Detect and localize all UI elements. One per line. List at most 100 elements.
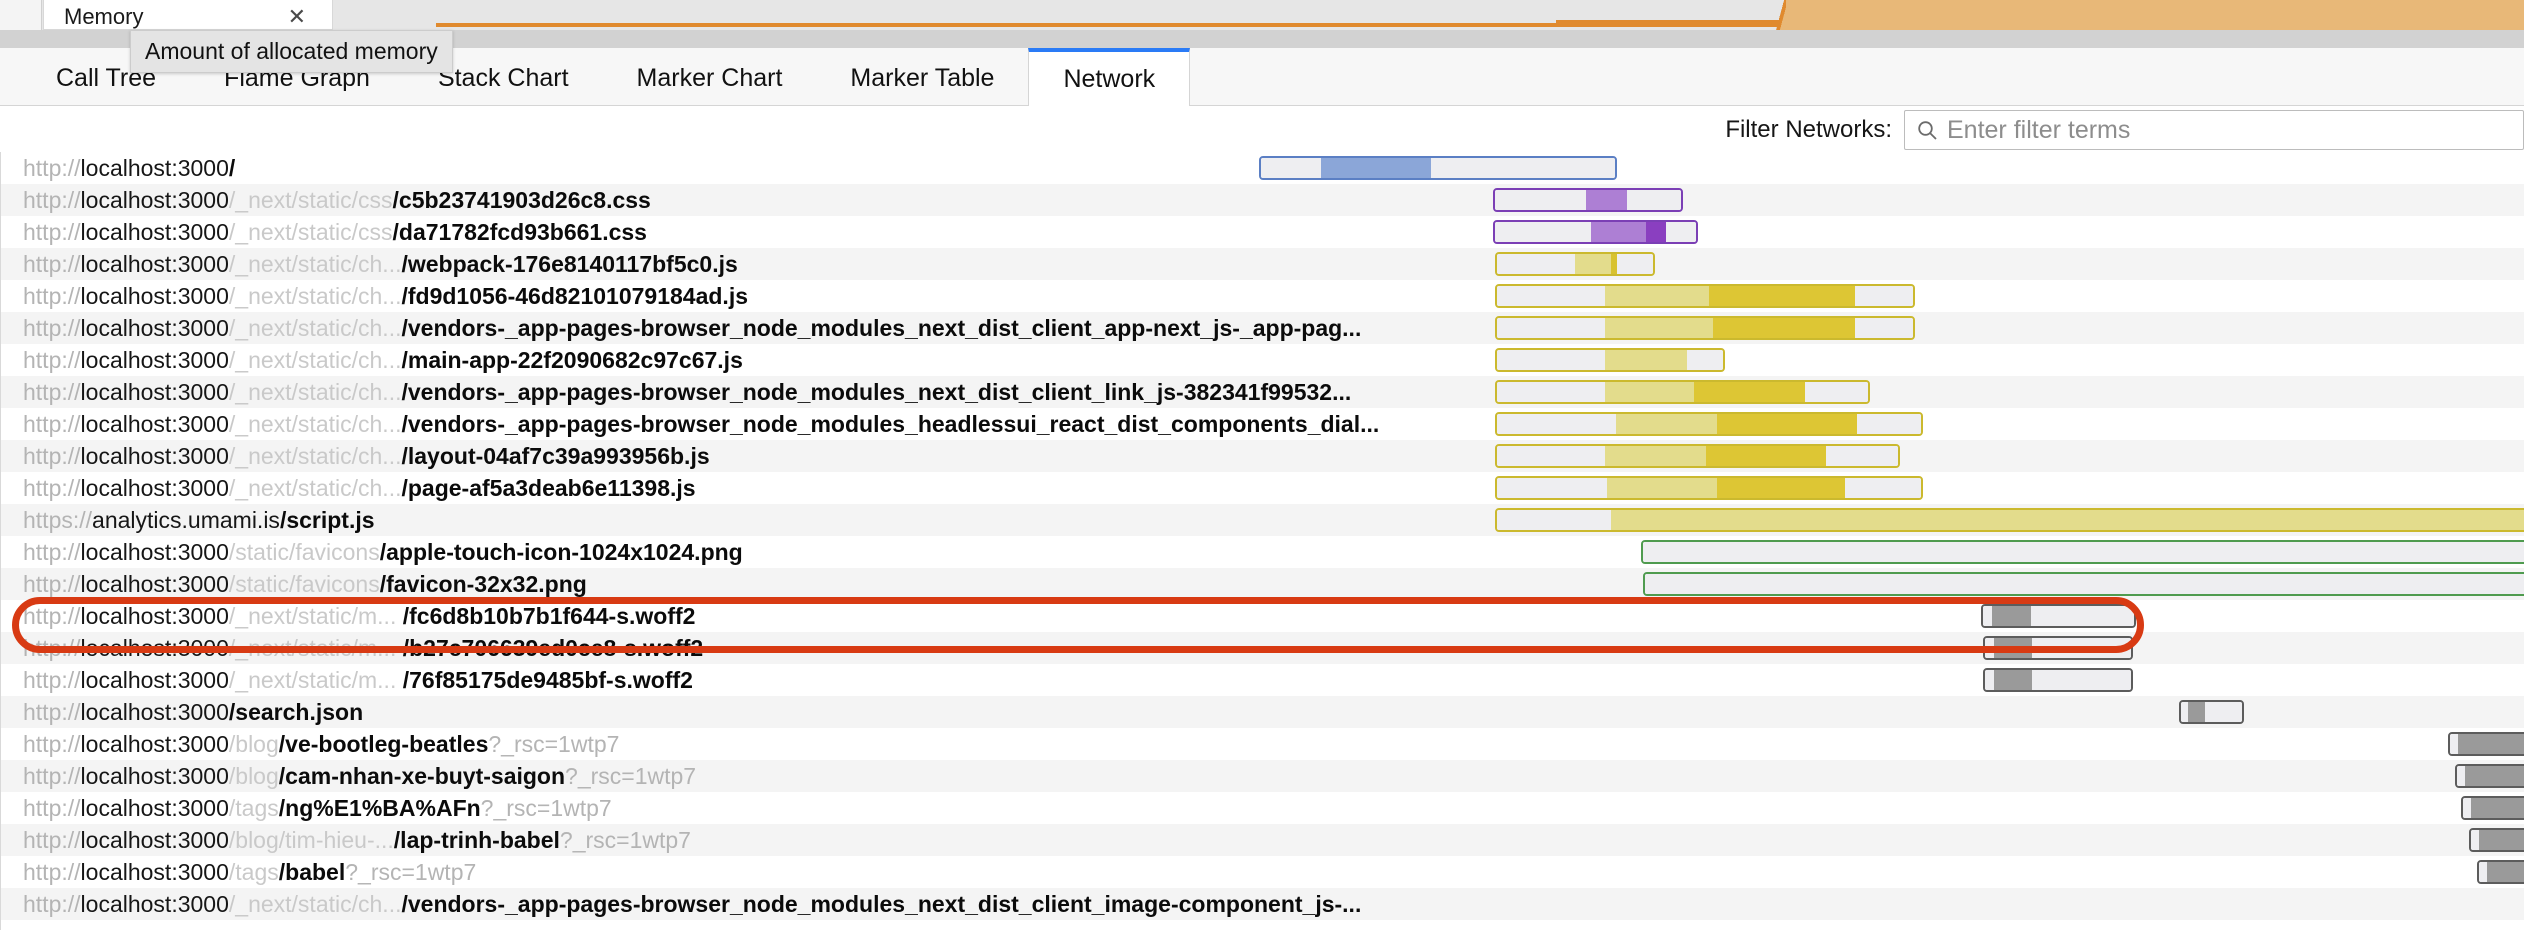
url-host: localhost:3000 bbox=[80, 155, 229, 181]
filter-label: Filter Networks: bbox=[1725, 116, 1892, 143]
network-timing-bar[interactable] bbox=[2179, 700, 2244, 724]
url-filename: /b27c706639ed0ce8-s.woff2 bbox=[396, 635, 704, 661]
network-row[interactable]: http://localhost:3000/_next/static/ch...… bbox=[1, 472, 2524, 504]
network-row[interactable]: http://localhost:3000/_next/static/ch...… bbox=[1, 376, 2524, 408]
network-row[interactable]: http://localhost:3000/_next/static/ch...… bbox=[1, 344, 2524, 376]
network-row-url: http://localhost:3000/tags/babel?_rsc=1w… bbox=[23, 856, 476, 888]
network-timing-bar[interactable] bbox=[1495, 476, 1923, 500]
network-row[interactable]: http://localhost:3000/static/favicons/fa… bbox=[1, 568, 2524, 600]
url-protocol: http:// bbox=[23, 635, 81, 661]
url-protocol: https:// bbox=[23, 507, 93, 533]
timing-segment bbox=[2471, 830, 2480, 850]
network-timing-bar[interactable] bbox=[1493, 188, 1683, 212]
tab-marker-table[interactable]: Marker Table bbox=[816, 48, 1028, 105]
timing-segment bbox=[1586, 190, 1628, 210]
url-path: /_next/static/ch... bbox=[228, 347, 402, 373]
network-row[interactable]: http://localhost:3000/blog/tim-hieu-.../… bbox=[1, 824, 2524, 856]
tab-marker-chart[interactable]: Marker Chart bbox=[603, 48, 817, 105]
network-row[interactable]: http://localhost:3000/_next/static/ch...… bbox=[1, 312, 2524, 344]
network-row[interactable]: http://localhost:3000/search.json bbox=[1, 696, 2524, 728]
network-timing-bar[interactable] bbox=[1495, 316, 1915, 340]
timing-segment bbox=[2463, 798, 2472, 818]
url-host: localhost:3000 bbox=[80, 571, 229, 597]
close-icon[interactable]: ✕ bbox=[288, 4, 306, 30]
url-path: /_next/static/m... bbox=[228, 635, 397, 661]
track-label-box[interactable]: Memory ✕ bbox=[43, 0, 333, 30]
network-timing-bar[interactable] bbox=[1495, 508, 2524, 532]
search-input-wrapper[interactable] bbox=[1904, 110, 2524, 150]
url-query: ?_rsc=1wtp7 bbox=[345, 859, 477, 885]
url-query: ?_rsc=1wtp7 bbox=[488, 731, 620, 757]
network-timing-bar[interactable] bbox=[1493, 220, 1698, 244]
network-timing-bar[interactable] bbox=[1983, 636, 2133, 660]
url-filename: /fc6d8b10b7b1f644-s.woff2 bbox=[396, 603, 696, 629]
url-path: /_next/static/ch... bbox=[228, 315, 402, 341]
network-row[interactable]: http://localhost:3000/_next/static/css/c… bbox=[1, 184, 2524, 216]
timing-segment bbox=[1497, 254, 1575, 274]
timing-segment bbox=[1705, 446, 1826, 466]
network-row[interactable]: http://localhost:3000/static/favicons/ap… bbox=[1, 536, 2524, 568]
network-timing-bar[interactable] bbox=[1495, 348, 1725, 372]
network-timing-bar[interactable] bbox=[1495, 412, 1923, 436]
timing-segment bbox=[1604, 382, 1694, 402]
network-row[interactable] bbox=[1, 920, 2524, 930]
network-timing-bar[interactable] bbox=[1641, 540, 2524, 564]
network-row[interactable]: http://localhost:3000/_next/static/m... … bbox=[1, 664, 2524, 696]
profiler-window: Memory ✕ Call Tree Flame Graph Stack Chart… bbox=[0, 0, 2524, 930]
search-input[interactable] bbox=[1945, 114, 2523, 146]
url-protocol: http:// bbox=[23, 187, 81, 213]
network-row[interactable]: http://localhost:3000/_next/static/ch...… bbox=[1, 888, 2524, 920]
network-row[interactable]: http://localhost:3000/_next/static/ch...… bbox=[1, 440, 2524, 472]
url-protocol: http:// bbox=[23, 699, 81, 725]
network-timing-bar[interactable] bbox=[1495, 444, 1900, 468]
network-row[interactable]: http://localhost:3000/blog/cam-nhan-xe-b… bbox=[1, 760, 2524, 792]
network-timing-bar[interactable] bbox=[1495, 252, 1655, 276]
url-protocol: http:// bbox=[23, 315, 81, 341]
url-host: localhost:3000 bbox=[80, 443, 229, 469]
network-timing-bar[interactable] bbox=[2477, 860, 2524, 884]
url-protocol: http:// bbox=[23, 571, 81, 597]
network-row[interactable]: http://localhost:3000/_next/static/ch...… bbox=[1, 248, 2524, 280]
network-timing-bar[interactable] bbox=[1643, 572, 2524, 596]
network-row[interactable]: http://localhost:3000/tags/ng%E1%BA%AFn?… bbox=[1, 792, 2524, 824]
network-timing-bar[interactable] bbox=[1983, 668, 2133, 692]
network-timing-bar[interactable] bbox=[1259, 156, 1617, 180]
network-row[interactable]: http://localhost:3000/blog/ve-bootleg-be… bbox=[1, 728, 2524, 760]
url-filename: /vendors-_app-pages-browser_node_modules… bbox=[401, 379, 1352, 405]
network-rows-container[interactable]: http://localhost:3000/http://localhost:3… bbox=[0, 152, 2524, 930]
timing-segment bbox=[1709, 286, 1855, 306]
url-protocol: http:// bbox=[23, 283, 81, 309]
memory-graph[interactable] bbox=[336, 0, 2524, 30]
url-path: /static/favicons bbox=[228, 571, 380, 597]
url-path: /_next/static/ch... bbox=[228, 283, 402, 309]
url-protocol: http:// bbox=[23, 731, 81, 757]
network-row-url: http://localhost:3000/search.json bbox=[23, 696, 363, 728]
network-timing-bar[interactable] bbox=[2455, 764, 2524, 788]
network-row[interactable]: http://localhost:3000/_next/static/m... … bbox=[1, 632, 2524, 664]
timing-segment bbox=[1857, 414, 1921, 434]
network-timing-bar[interactable] bbox=[1981, 604, 2136, 628]
network-timing-bar[interactable] bbox=[2469, 828, 2524, 852]
timing-segment bbox=[2450, 734, 2459, 754]
memory-line-step bbox=[1556, 20, 1786, 24]
network-row[interactable]: http://localhost:3000/ bbox=[1, 152, 2524, 184]
network-timing-bar[interactable] bbox=[2461, 796, 2524, 820]
network-row[interactable]: http://localhost:3000/_next/static/ch...… bbox=[1, 280, 2524, 312]
network-timing-bar[interactable] bbox=[1495, 284, 1915, 308]
network-row[interactable]: http://localhost:3000/_next/static/ch...… bbox=[1, 408, 2524, 440]
network-row[interactable]: https://analytics.umami.is/script.js bbox=[1, 504, 2524, 536]
url-host: localhost:3000 bbox=[80, 859, 229, 885]
tab-network[interactable]: Network bbox=[1028, 48, 1191, 106]
url-filename: /babel bbox=[278, 859, 346, 885]
network-timing-bar[interactable] bbox=[2448, 732, 2524, 756]
network-row[interactable]: http://localhost:3000/_next/static/css/d… bbox=[1, 216, 2524, 248]
network-row[interactable]: http://localhost:3000/tags/babel?_rsc=1w… bbox=[1, 856, 2524, 888]
timing-segment bbox=[1825, 446, 1898, 466]
timing-segment bbox=[1495, 190, 1587, 210]
timing-segment bbox=[1605, 350, 1687, 370]
network-row[interactable]: http://localhost:3000/_next/static/m... … bbox=[1, 600, 2524, 632]
network-row-url: http://localhost:3000/blog/tim-hieu-.../… bbox=[23, 824, 691, 856]
network-row-url: http://localhost:3000/_next/static/ch...… bbox=[23, 376, 1351, 408]
network-timing-bar[interactable] bbox=[1495, 380, 1870, 404]
url-filename: /vendors-_app-pages-browser_node_modules… bbox=[401, 891, 1362, 917]
